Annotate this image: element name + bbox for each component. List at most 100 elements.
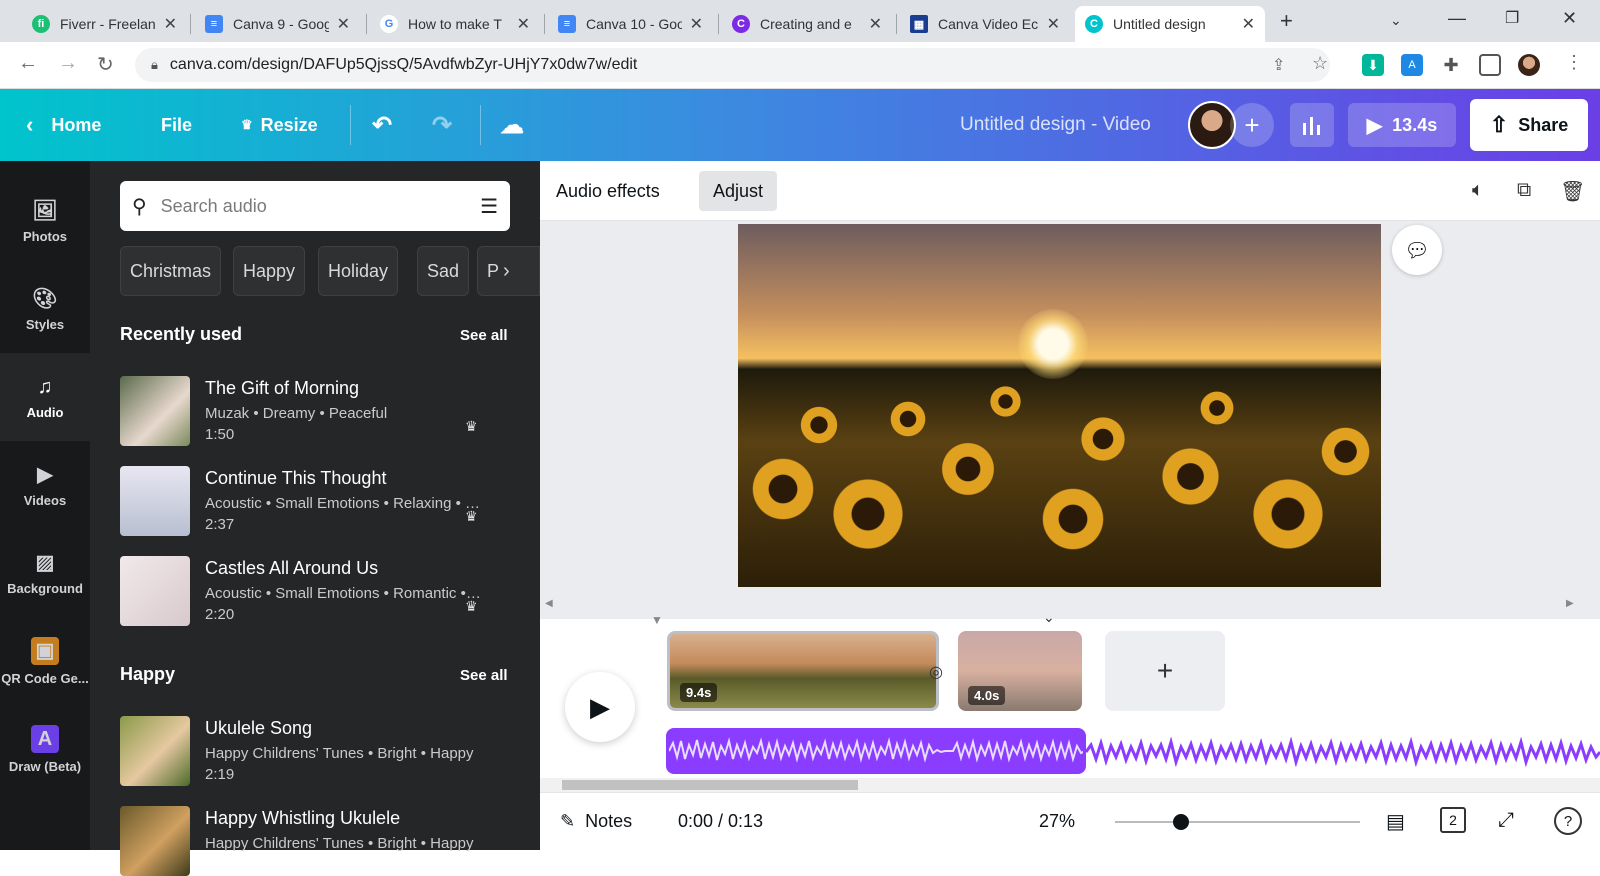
close-icon[interactable]: ✕ xyxy=(337,14,350,34)
tab-search-icon[interactable]: ⌄ xyxy=(1390,12,1402,29)
sunflower-field-image[interactable] xyxy=(738,224,1381,587)
avatar[interactable] xyxy=(1188,101,1236,149)
see-all-link[interactable]: See all xyxy=(460,667,508,684)
scroll-left-icon[interactable]: ◀ xyxy=(545,598,553,609)
upload-icon: ⇧ xyxy=(1489,112,1509,137)
browser-tab[interactable]: ▦ Canva Video Ec ✕ xyxy=(900,6,1070,42)
audio-track-selected[interactable] xyxy=(666,728,1086,774)
puzzle-icon[interactable]: ✚ xyxy=(1440,54,1462,76)
see-all-link[interactable]: See all xyxy=(460,327,508,344)
scrollbar-thumb[interactable] xyxy=(562,780,858,790)
resize-button[interactable]: ♛ Resize xyxy=(241,89,318,161)
close-icon[interactable]: ✕ xyxy=(869,14,882,34)
close-icon[interactable]: ✕ xyxy=(517,14,530,34)
share-button[interactable]: ⇧ Share xyxy=(1470,99,1588,151)
browser-tab[interactable]: G How to make T ✕ xyxy=(370,6,540,42)
zoom-slider[interactable] xyxy=(1115,814,1360,830)
menu-kebab-icon[interactable]: ⋮ xyxy=(1565,52,1583,73)
rail-item-photos[interactable]: 🖼︎ Photos xyxy=(0,177,90,265)
browser-tab[interactable]: C Creating and e ✕ xyxy=(722,6,892,42)
chevron-down-icon[interactable]: ⌄ xyxy=(1043,609,1055,626)
bookmark-star-icon[interactable]: ☆ xyxy=(1312,53,1328,74)
adjust-button[interactable]: Adjust xyxy=(699,171,778,211)
video-clip[interactable]: 4.0s xyxy=(958,631,1082,711)
forward-icon[interactable]: → xyxy=(58,52,78,75)
insights-button[interactable] xyxy=(1290,103,1334,147)
redo-icon[interactable]: ↷ xyxy=(432,89,452,161)
notes-button[interactable]: ✎ Notes xyxy=(560,811,632,832)
editor-footer: ✎ Notes 0:00 / 0:13 27% ▤ 2 ⤢ ? xyxy=(540,792,1600,850)
browser-tab-bar: fi Fiverr - Freelan ✕ ≡ Canva 9 - Goog ✕… xyxy=(0,0,1600,42)
zoom-slider-knob[interactable] xyxy=(1173,814,1190,830)
undo-icon[interactable]: ↶ xyxy=(372,89,392,161)
transition-icon[interactable]: ◎ xyxy=(929,662,943,682)
chip-sad[interactable]: Sad xyxy=(417,246,470,296)
chip-happy[interactable]: Happy xyxy=(233,246,306,296)
file-menu[interactable]: File xyxy=(161,89,192,161)
reload-icon[interactable]: ↻ xyxy=(97,52,114,77)
new-tab-icon[interactable]: + xyxy=(1280,8,1293,34)
chip-christmas[interactable]: Christmas xyxy=(120,246,222,296)
browser-tab-active[interactable]: C Untitled design ✕ xyxy=(1075,6,1265,42)
zoom-level[interactable]: 27% xyxy=(1039,811,1075,832)
close-icon[interactable]: ✕ xyxy=(1242,14,1255,34)
scroll-right-icon[interactable]: ▶ xyxy=(1566,598,1574,609)
present-play-button[interactable]: ▶ 13.4s xyxy=(1348,103,1456,147)
cloud-saved-icon[interactable]: ☁ xyxy=(500,89,524,161)
help-icon[interactable]: ? xyxy=(1554,807,1582,835)
chip-more[interactable]: P › xyxy=(477,246,540,296)
close-icon[interactable]: ✕ xyxy=(1047,14,1060,34)
add-comment-button[interactable]: 💬︎ xyxy=(1392,225,1442,275)
sun xyxy=(1018,309,1088,379)
rail-item-draw[interactable]: A Draw (Beta) xyxy=(0,705,90,793)
play-button[interactable]: ▶ xyxy=(565,672,635,742)
url-field[interactable]: 🔒︎ canva.com/design/DAFUp5QjssQ/5AvdfwbZ… xyxy=(135,48,1330,82)
close-window-icon[interactable]: ✕ xyxy=(1562,8,1577,29)
track-thumbnail xyxy=(120,716,190,786)
list-item[interactable]: The Gift of Morning Muzak • Dreamy • Pea… xyxy=(120,376,510,446)
filter-icon[interactable]: ☰ xyxy=(480,194,498,219)
list-item[interactable]: Continue This Thought Acoustic • Small E… xyxy=(120,466,510,536)
close-icon[interactable]: ✕ xyxy=(690,14,703,34)
extension-icon[interactable]: ⬇ xyxy=(1362,54,1384,76)
rail-item-background[interactable]: ▨ Background xyxy=(0,529,90,617)
add-page-button[interactable]: + xyxy=(1105,631,1225,711)
list-item[interactable]: Happy Whistling Ukulele Happy Childrens'… xyxy=(120,806,510,876)
restore-icon[interactable]: ❐ xyxy=(1505,8,1519,28)
browser-tab[interactable]: fi Fiverr - Freelan ✕ xyxy=(22,6,187,42)
fullscreen-icon[interactable]: ⤢ xyxy=(1498,809,1514,832)
audio-effects-button[interactable]: Audio effects xyxy=(542,171,674,211)
audio-waveform-rest[interactable] xyxy=(1086,737,1600,767)
notes-icon: ✎ xyxy=(560,811,576,831)
video-clip[interactable]: 9.4s xyxy=(667,631,939,711)
trash-icon[interactable]: 🗑︎ xyxy=(1560,179,1585,204)
list-item[interactable]: Castles All Around Us Acoustic • Small E… xyxy=(120,556,510,626)
chevron-left-icon: ‹ xyxy=(26,112,34,137)
minimize-icon[interactable]: — xyxy=(1448,8,1466,29)
page-count[interactable]: 2 xyxy=(1440,807,1466,833)
rail-item-audio[interactable]: ♫ Audio xyxy=(0,353,90,441)
browser-tab[interactable]: ≡ Canva 9 - Goog ✕ xyxy=(195,6,360,42)
crown-icon: ♛ xyxy=(465,598,478,614)
extension-icon[interactable]: A xyxy=(1401,54,1423,76)
add-collaborator-button[interactable]: + xyxy=(1230,103,1274,147)
duplicate-icon[interactable]: ⧉ xyxy=(1517,179,1531,202)
playhead-marker[interactable]: ▼ xyxy=(651,613,663,627)
browser-tab[interactable]: ≡ Canva 10 - Goo ✕ xyxy=(548,6,713,42)
volume-icon[interactable]: 🔈︎ xyxy=(1472,179,1484,202)
rail-item-styles[interactable]: 🎨︎ Styles xyxy=(0,265,90,353)
share-page-icon[interactable]: ⇪ xyxy=(1272,55,1285,75)
home-button[interactable]: ‹ Home xyxy=(26,89,101,161)
document-title[interactable]: Untitled design - Video xyxy=(960,89,1151,161)
rail-item-qr-code[interactable]: ▣ QR Code Ge... xyxy=(0,617,90,705)
grid-view-icon[interactable]: ▤ xyxy=(1386,809,1405,834)
list-item[interactable]: Ukulele Song Happy Childrens' Tunes • Br… xyxy=(120,716,510,786)
search-input[interactable]: ⚲ Search audio ☰ xyxy=(120,181,510,231)
timeline-scrollbar[interactable] xyxy=(540,778,1600,792)
back-icon[interactable]: ← xyxy=(18,52,38,75)
close-icon[interactable]: ✕ xyxy=(164,14,177,34)
chip-holiday[interactable]: Holiday xyxy=(318,246,399,296)
profile-avatar[interactable] xyxy=(1518,54,1540,76)
sidepanel-icon[interactable] xyxy=(1479,54,1501,76)
rail-item-videos[interactable]: ▶ Videos xyxy=(0,441,90,529)
